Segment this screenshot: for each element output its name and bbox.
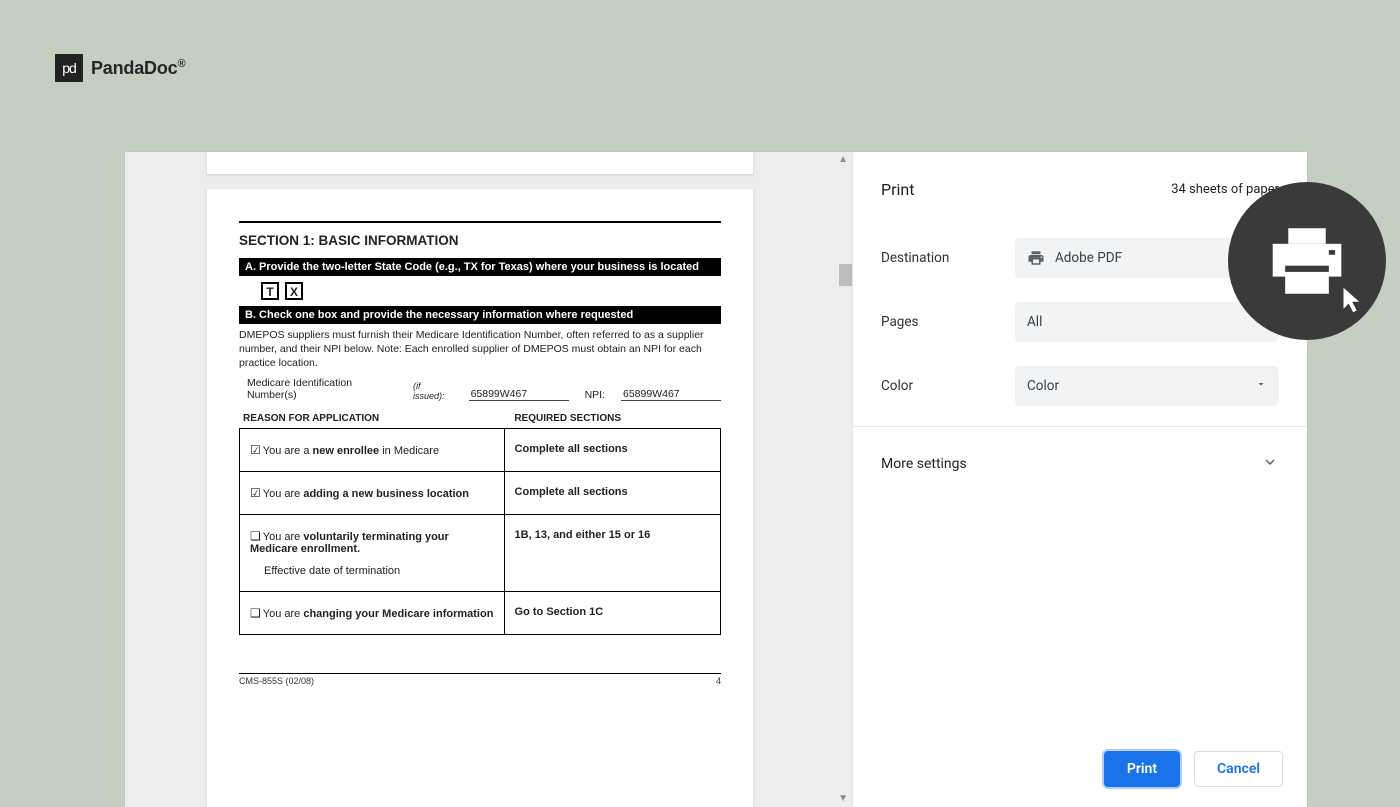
cancel-button[interactable]: Cancel — [1194, 751, 1283, 787]
destination-label: Destination — [881, 250, 1015, 266]
preview-page: SECTION 1: BASIC INFORMATION A. Provide … — [207, 189, 753, 807]
required-sections: Go to Section 1C — [515, 606, 604, 618]
table-row: ☑You are adding a new business location … — [240, 471, 721, 514]
divider — [853, 426, 1307, 427]
npi-value: 65899W467 — [621, 388, 721, 401]
banner-b: B. Check one box and provide the necessa… — [239, 306, 721, 324]
pandadoc-logo: pd PandaDoc® — [55, 54, 185, 82]
table-row: ❏You are voluntarily terminating your Me… — [240, 514, 721, 591]
state-code-char: X — [285, 282, 303, 300]
row-subtext: Effective date of termination — [264, 565, 494, 577]
pages-select[interactable]: All — [1015, 302, 1279, 342]
print-preview-pane[interactable]: ▲ ▼ SECTION 1: BASIC INFORMATION A. Prov… — [125, 152, 853, 807]
scrollbar-thumb[interactable] — [839, 264, 852, 286]
banner-a: A. Provide the two-letter State Code (e.… — [239, 258, 721, 276]
checkbox-checked-icon: ☑ — [250, 486, 261, 500]
medicare-id-value: 65899W467 — [469, 388, 569, 401]
scroll-up-icon[interactable]: ▲ — [838, 155, 848, 165]
page-number: 4 — [716, 676, 721, 686]
table-row: ❏You are changing your Medicare informat… — [240, 591, 721, 634]
medicare-id-line: Medicare Identification Number(s) (if is… — [247, 377, 721, 401]
print-highlight-badge — [1228, 182, 1386, 340]
state-code-char: T — [261, 282, 279, 300]
medicare-id-suffix: (if issued): — [413, 381, 453, 401]
chevron-down-icon — [1261, 453, 1279, 475]
pandadoc-wordmark: PandaDoc® — [91, 58, 185, 79]
previous-page-edge — [207, 152, 753, 174]
print-button[interactable]: Print — [1104, 751, 1180, 787]
printer-large-icon — [1268, 225, 1346, 297]
color-select[interactable]: Color — [1015, 366, 1279, 406]
checkbox-unchecked-icon: ❏ — [250, 529, 261, 543]
page-footer: CMS-855S (02/08) 4 — [239, 673, 721, 686]
paragraph-b: DMEPOS suppliers must furnish their Medi… — [239, 328, 721, 371]
print-dialog: ▲ ▼ SECTION 1: BASIC INFORMATION A. Prov… — [125, 152, 1307, 807]
state-code-boxes: T X — [261, 282, 721, 300]
checkbox-checked-icon: ☑ — [250, 443, 261, 457]
form-code: CMS-855S (02/08) — [239, 676, 314, 686]
dialog-buttons: Print Cancel — [853, 751, 1307, 807]
medicare-id-label: Medicare Identification Number(s) — [247, 377, 397, 401]
printer-icon — [1027, 249, 1045, 267]
table-row: ☑You are a new enrollee in Medicare Comp… — [240, 428, 721, 471]
pages-value: All — [1027, 314, 1042, 330]
required-sections: Complete all sections — [515, 486, 628, 498]
required-sections: Complete all sections — [515, 443, 628, 455]
pages-label: Pages — [881, 314, 1015, 330]
more-settings-toggle[interactable]: More settings — [853, 435, 1307, 493]
cursor-icon — [1340, 286, 1368, 314]
reason-table: ☑You are a new enrollee in Medicare Comp… — [239, 428, 721, 635]
table-header-left: REASON FOR APPLICATION — [243, 413, 379, 424]
more-settings-label: More settings — [881, 456, 967, 472]
scroll-down-icon[interactable]: ▼ — [838, 794, 848, 804]
color-label: Color — [881, 378, 1015, 394]
required-sections: 1B, 13, and either 15 or 16 — [515, 529, 651, 541]
destination-value: Adobe PDF — [1055, 250, 1122, 266]
print-title: Print — [881, 180, 914, 199]
pandadoc-mark-icon: pd — [55, 54, 83, 82]
npi-label: NPI: — [585, 389, 605, 401]
checkbox-unchecked-icon: ❏ — [250, 606, 261, 620]
color-value: Color — [1027, 378, 1059, 394]
table-header-right: REQUIRED SECTIONS — [514, 413, 621, 424]
section-heading: SECTION 1: BASIC INFORMATION — [239, 233, 721, 248]
chevron-down-icon — [1255, 378, 1267, 394]
